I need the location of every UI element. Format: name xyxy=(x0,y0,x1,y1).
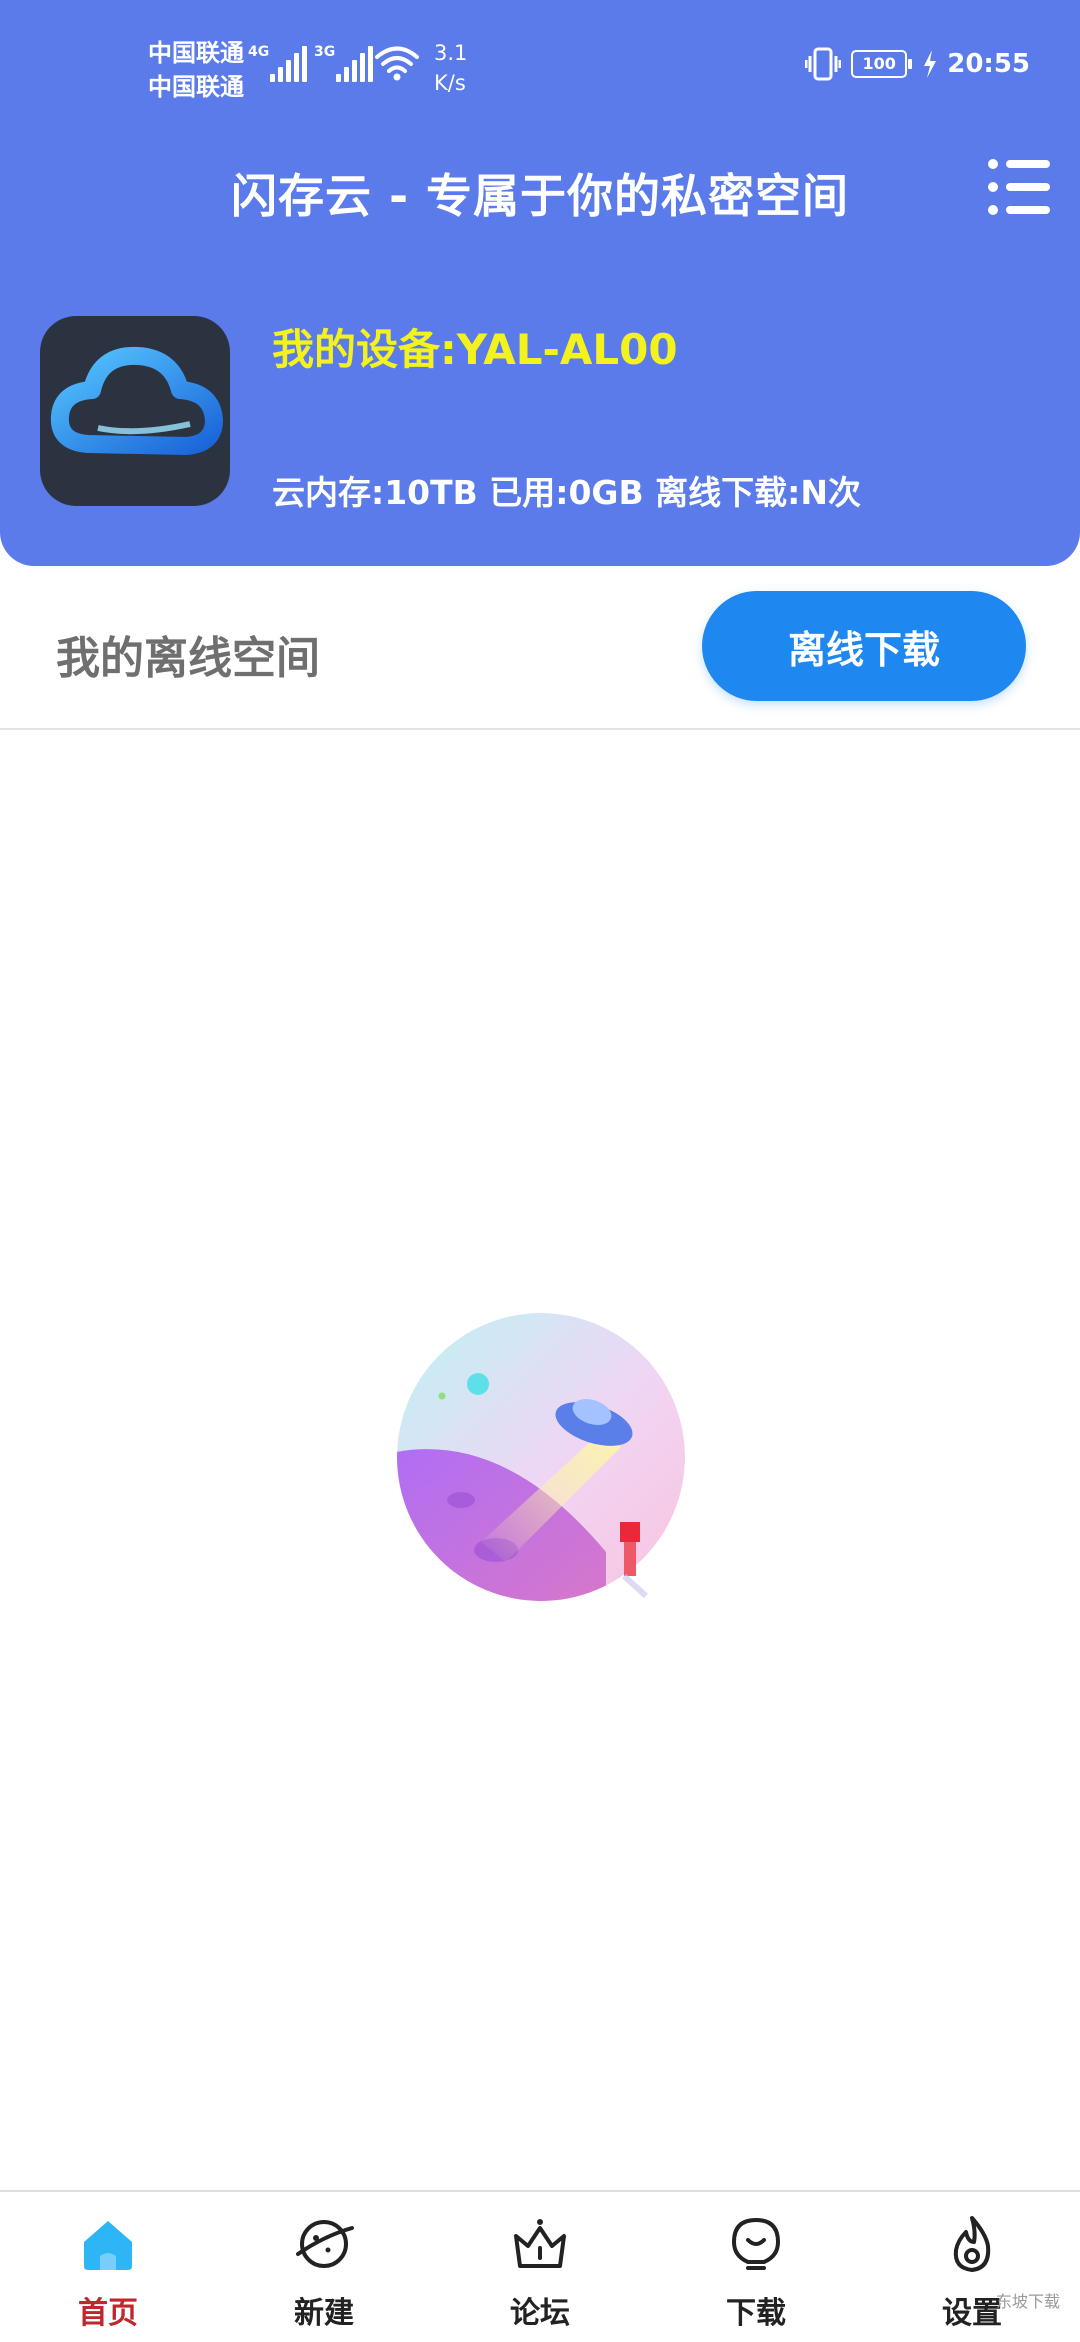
network-speed: 3.1 K/s xyxy=(434,41,468,95)
wifi-icon xyxy=(375,46,419,81)
tab-label: 论坛 xyxy=(510,2296,570,2331)
tab-label: 新建 xyxy=(294,2296,354,2331)
planet-icon xyxy=(296,2220,354,2268)
offline-download-button[interactable]: 离线下载 xyxy=(702,591,1026,701)
status-right: 100 20:55 xyxy=(805,44,1030,84)
carrier-2: 中国联通 xyxy=(148,73,244,101)
vibrate-icon xyxy=(805,47,842,81)
cloud-icon xyxy=(50,346,223,455)
watermark: 东坡下载 xyxy=(995,2292,1060,2311)
battery-icon: 100 xyxy=(851,50,913,78)
flame-icon xyxy=(953,2216,991,2272)
home-icon xyxy=(84,2221,132,2270)
header: 中国联通 中国联通 4G 3G 3.1 K/s 100 20:55 闪存云 - … xyxy=(0,0,1080,566)
menu-icon[interactable] xyxy=(984,150,1054,224)
device-name: 我的设备:YAL-AL00 xyxy=(272,325,678,374)
crown-icon xyxy=(514,2219,566,2268)
bottom-tab-bar: 首页 新建 论坛 下载 设置 xyxy=(0,2190,1080,2342)
bulb-icon xyxy=(731,2217,781,2270)
tab-new[interactable]: 新建 xyxy=(216,2192,432,2342)
tab-forum[interactable]: 论坛 xyxy=(432,2192,648,2342)
tab-settings[interactable]: 设置 xyxy=(864,2192,1080,2342)
tab-label: 首页 xyxy=(78,2296,138,2331)
status-bar: 中国联通 中国联通 4G 3G 3.1 K/s 100 20:55 xyxy=(0,0,1080,140)
carrier-1: 中国联通 xyxy=(148,39,244,67)
storage-stats: 云内存:10TB 已用:0GB 离线下载:N次 xyxy=(272,473,861,512)
empty-state-illustration xyxy=(397,1313,685,1601)
tab-home[interactable]: 首页 xyxy=(0,2192,216,2342)
page-title: 闪存云 - 专属于你的私密空间 xyxy=(230,169,850,223)
tab-label: 下载 xyxy=(726,2296,786,2331)
carrier-labels: 中国联通 中国联通 xyxy=(148,36,244,104)
tab-download[interactable]: 下载 xyxy=(648,2192,864,2342)
clock: 20:55 xyxy=(947,49,1030,79)
app-logo xyxy=(40,316,230,506)
charging-icon xyxy=(924,50,937,78)
offline-space-bar: 我的离线空间 离线下载 xyxy=(0,566,1080,730)
section-title: 我的离线空间 xyxy=(56,633,320,684)
